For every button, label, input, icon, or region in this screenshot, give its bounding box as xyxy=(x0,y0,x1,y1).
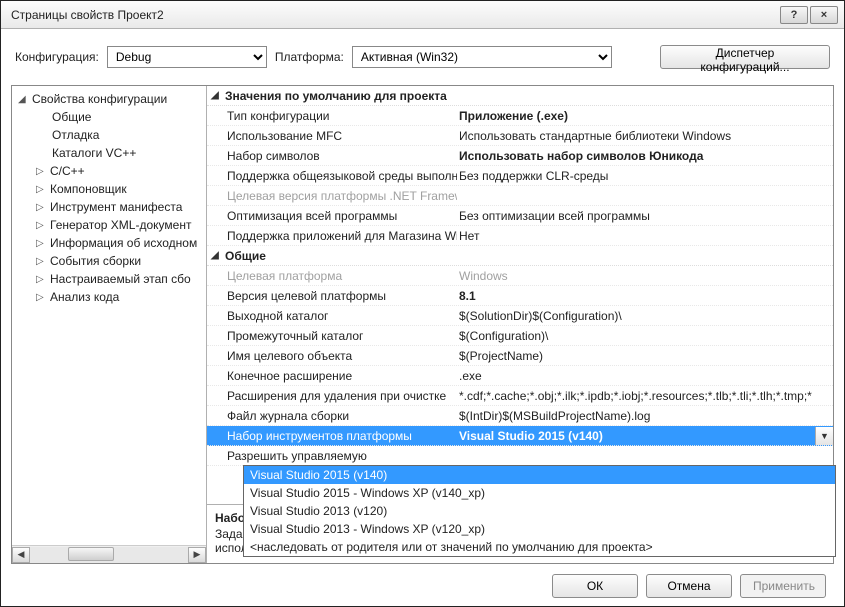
tree-root[interactable]: ◢Свойства конфигурации xyxy=(12,90,206,108)
property-value: $(IntDir)$(MSBuildProjectName).log xyxy=(457,409,833,423)
property-row[interactable]: Разрешить управляемую xyxy=(207,446,833,466)
config-label: Конфигурация: xyxy=(15,50,99,64)
property-label: Разрешить управляемую xyxy=(207,449,457,463)
group-header[interactable]: ◢Общие xyxy=(207,246,833,266)
property-label: Выходной каталог xyxy=(207,309,457,323)
scroll-right-icon[interactable]: ▶ xyxy=(188,547,206,563)
property-label: Целевая версия платформы .NET Framewo xyxy=(207,189,457,203)
property-row[interactable]: Конечное расширение.exe xyxy=(207,366,833,386)
property-label: Целевая платформа xyxy=(207,269,457,283)
property-label: Расширения для удаления при очистке xyxy=(207,389,457,403)
platform-label: Платформа: xyxy=(275,50,344,64)
property-label: Файл журнала сборки xyxy=(207,409,457,423)
sidebar-scrollbar[interactable]: ◀ ▶ xyxy=(12,545,206,563)
dropdown-item[interactable]: <наследовать от родителя или от значений… xyxy=(244,538,835,556)
group-header[interactable]: ◢Значения по умолчанию для проекта xyxy=(207,86,833,106)
property-value: Нет xyxy=(457,229,833,243)
property-row[interactable]: Поддержка общеязыковой среды выполнБез п… xyxy=(207,166,833,186)
property-row[interactable]: Промежуточный каталог$(Configuration)\ xyxy=(207,326,833,346)
property-value: Приложение (.exe) xyxy=(457,109,833,123)
property-label: Имя целевого объекта xyxy=(207,349,457,363)
property-row[interactable]: Тип конфигурацииПриложение (.exe) xyxy=(207,106,833,126)
tree-manifest[interactable]: ▷Инструмент манифеста xyxy=(12,198,206,216)
dropdown-item[interactable]: Visual Studio 2013 (v120) xyxy=(244,502,835,520)
tree-vcdirs[interactable]: Каталоги VC++ xyxy=(12,144,206,162)
property-value: 8.1 xyxy=(457,289,833,303)
property-value: Windows xyxy=(457,269,833,283)
property-value: Использовать набор символов Юникода xyxy=(457,149,833,163)
property-value: $(Configuration)\ xyxy=(457,329,833,343)
property-label: Набор инструментов платформы xyxy=(207,429,457,443)
scroll-thumb[interactable] xyxy=(68,547,114,561)
property-value: Без оптимизации всей программы xyxy=(457,209,833,223)
tree-general[interactable]: Общие xyxy=(12,108,206,126)
property-value: *.cdf;*.cache;*.obj;*.ilk;*.ipdb;*.iobj;… xyxy=(457,389,833,403)
dropdown-item[interactable]: Visual Studio 2015 - Windows XP (v140_xp… xyxy=(244,484,835,502)
ok-button[interactable]: ОК xyxy=(552,574,638,598)
config-row: Конфигурация: Debug Платформа: Активная … xyxy=(11,39,834,75)
property-label: Использование MFC xyxy=(207,129,457,143)
tree-events[interactable]: ▷События сборки xyxy=(12,252,206,270)
tree-custom[interactable]: ▷Настраиваемый этап сбо xyxy=(12,270,206,288)
cancel-button[interactable]: Отмена xyxy=(646,574,732,598)
tree-cpp[interactable]: ▷C/C++ xyxy=(12,162,206,180)
platform-select[interactable]: Активная (Win32) xyxy=(352,46,612,68)
dropdown-caret-icon[interactable]: ▼ xyxy=(815,427,833,445)
toolset-dropdown[interactable]: Visual Studio 2015 (v140)Visual Studio 2… xyxy=(243,465,836,557)
property-label: Поддержка приложений для Магазина Wi xyxy=(207,229,457,243)
tree-linker[interactable]: ▷Компоновщик xyxy=(12,180,206,198)
window-title: Страницы свойств Проект2 xyxy=(7,8,780,22)
property-row[interactable]: Целевая платформаWindows xyxy=(207,266,833,286)
property-label: Оптимизация всей программы xyxy=(207,209,457,223)
property-label: Конечное расширение xyxy=(207,369,457,383)
property-label: Версия целевой платформы xyxy=(207,289,457,303)
titlebar: Страницы свойств Проект2 ? × xyxy=(1,1,844,29)
property-value: .exe xyxy=(457,369,833,383)
property-row[interactable]: Набор инструментов платформыVisual Studi… xyxy=(207,426,833,446)
property-value: $(SolutionDir)$(Configuration)\ xyxy=(457,309,833,323)
property-row[interactable]: Файл журнала сборки$(IntDir)$(MSBuildPro… xyxy=(207,406,833,426)
property-value: Без поддержки CLR-среды xyxy=(457,169,833,183)
tree-analysis[interactable]: ▷Анализ кода xyxy=(12,288,206,306)
property-value: Использовать стандартные библиотеки Wind… xyxy=(457,129,833,143)
property-label: Тип конфигурации xyxy=(207,109,457,123)
apply-button[interactable]: Применить xyxy=(740,574,826,598)
scroll-track[interactable] xyxy=(30,547,188,563)
property-row[interactable]: Расширения для удаления при очистке*.cdf… xyxy=(207,386,833,406)
close-button[interactable]: × xyxy=(810,6,838,24)
footer: ОК Отмена Применить xyxy=(11,564,834,600)
sidebar: ◢Свойства конфигурации Общие Отладка Кат… xyxy=(12,86,207,563)
property-row[interactable]: Выходной каталог$(SolutionDir)$(Configur… xyxy=(207,306,833,326)
property-row[interactable]: Целевая версия платформы .NET Framewo xyxy=(207,186,833,206)
property-row[interactable]: Имя целевого объекта$(ProjectName) xyxy=(207,346,833,366)
property-label: Промежуточный каталог xyxy=(207,329,457,343)
property-row[interactable]: Поддержка приложений для Магазина WiНет xyxy=(207,226,833,246)
dropdown-item[interactable]: Visual Studio 2015 (v140) xyxy=(244,466,835,484)
dropdown-item[interactable]: Visual Studio 2013 - Windows XP (v120_xp… xyxy=(244,520,835,538)
property-row[interactable]: Набор символовИспользовать набор символо… xyxy=(207,146,833,166)
tree-xml[interactable]: ▷Генератор XML-документ xyxy=(12,216,206,234)
property-value: Visual Studio 2015 (v140) xyxy=(457,429,815,443)
property-row[interactable]: Использование MFCИспользовать стандартны… xyxy=(207,126,833,146)
property-value: $(ProjectName) xyxy=(457,349,833,363)
help-button[interactable]: ? xyxy=(780,6,808,24)
scroll-left-icon[interactable]: ◀ xyxy=(12,547,30,563)
property-label: Поддержка общеязыковой среды выполн xyxy=(207,169,457,183)
property-label: Набор символов xyxy=(207,149,457,163)
tree: ◢Свойства конфигурации Общие Отладка Кат… xyxy=(12,86,206,545)
property-row[interactable]: Версия целевой платформы8.1 xyxy=(207,286,833,306)
config-select[interactable]: Debug xyxy=(107,46,267,68)
property-row[interactable]: Оптимизация всей программыБез оптимизаци… xyxy=(207,206,833,226)
config-manager-button[interactable]: Диспетчер конфигураций... xyxy=(660,45,830,69)
tree-source[interactable]: ▷Информация об исходном xyxy=(12,234,206,252)
tree-debug[interactable]: Отладка xyxy=(12,126,206,144)
